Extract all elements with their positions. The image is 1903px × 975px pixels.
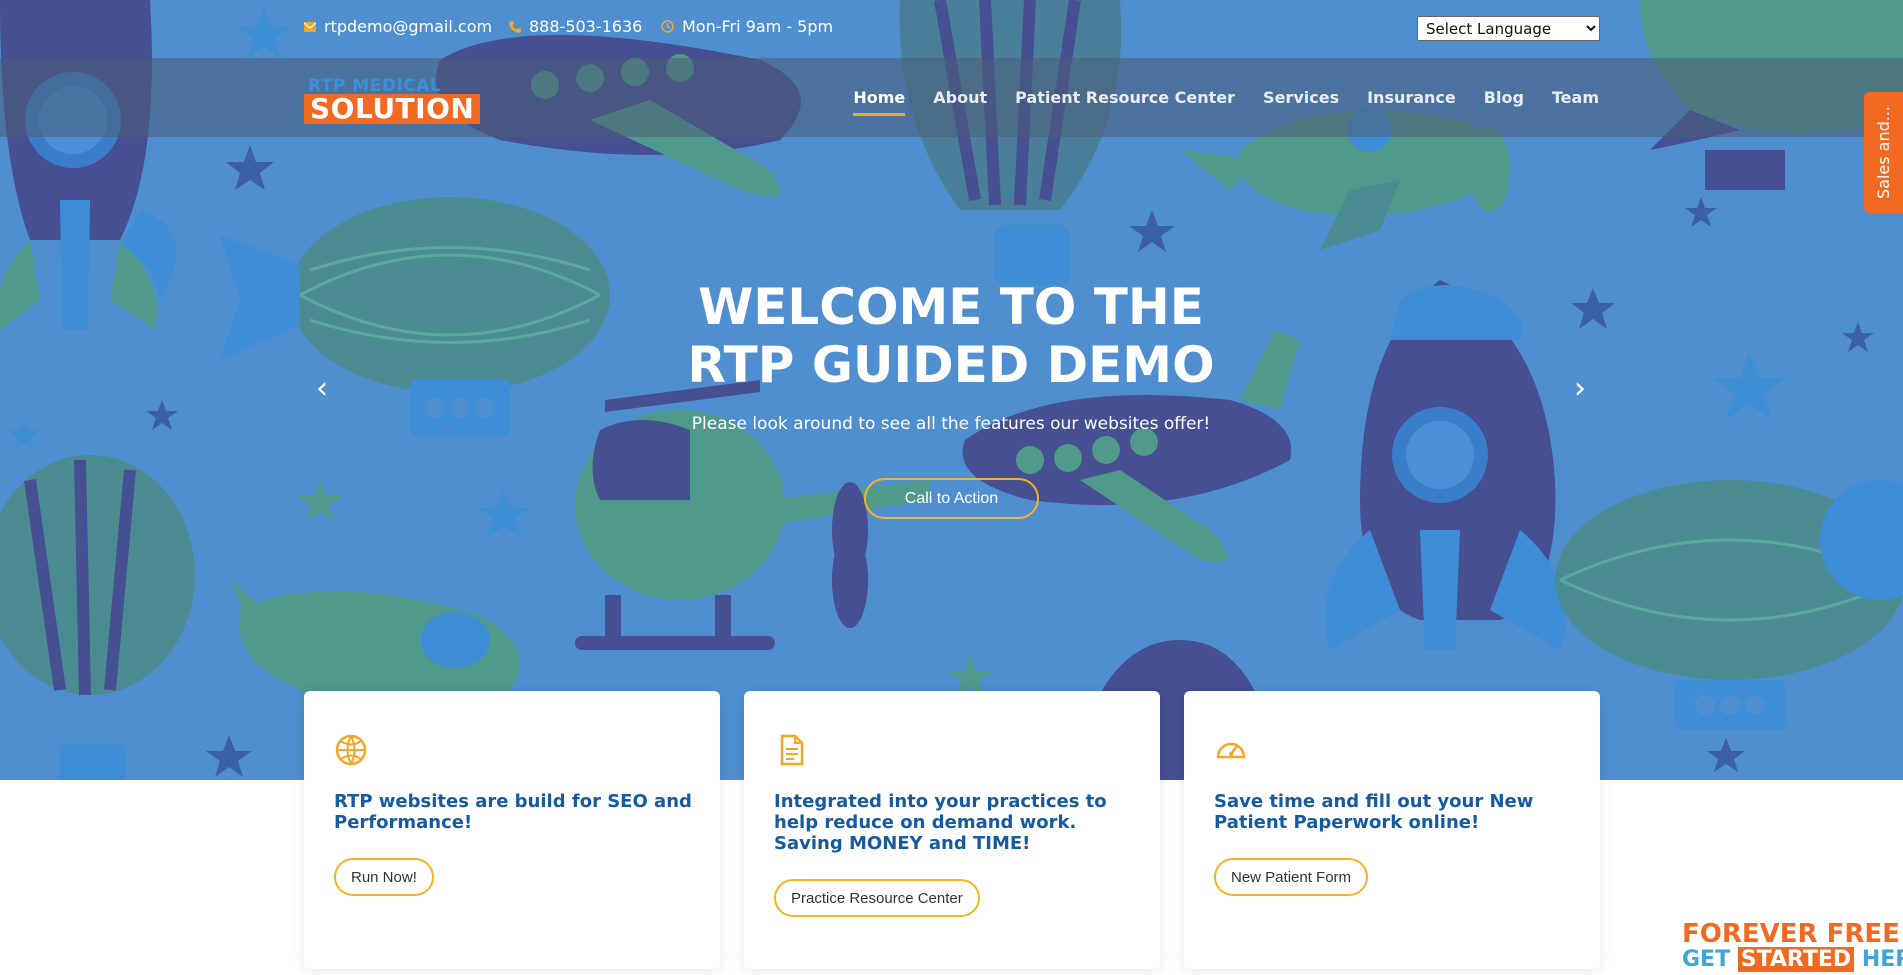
star-shape <box>8 420 40 450</box>
email-text: rtpdemo@gmail.com <box>324 17 493 36</box>
phone-text: 888-503-1636 <box>529 17 643 36</box>
nav-team[interactable]: Team <box>1552 88 1599 116</box>
star-shape <box>1685 197 1717 227</box>
feature-card-integration: Integrated into your practices to help r… <box>744 691 1160 969</box>
forever-free-text: FOREVER FREE <box>1682 919 1900 949</box>
nav-home[interactable]: Home <box>853 88 906 116</box>
slider-prev-arrow[interactable]: ‹ <box>307 374 337 404</box>
slider-next-arrow[interactable]: › <box>1565 374 1595 404</box>
sales-side-tab-label: Sales and... <box>1874 105 1893 200</box>
airplane-shape <box>230 580 520 705</box>
email-contact[interactable]: rtpdemo@gmail.com <box>304 17 492 36</box>
logo-main-text: SOLUTION <box>304 94 481 124</box>
rocket-right-shape <box>1325 280 1565 650</box>
hero-title-line-2: RTP GUIDED DEMO <box>687 336 1215 394</box>
star-shape <box>1129 210 1175 252</box>
star-shape <box>1571 288 1615 329</box>
feature-card-patient-form: Save time and fill out your New Patient … <box>1184 691 1600 969</box>
get-text: GET <box>1682 947 1731 972</box>
star-shape <box>146 400 178 430</box>
here-text: HERE <box>1861 947 1903 972</box>
document-icon <box>780 734 804 766</box>
practice-resource-center-button[interactable]: Practice Resource Center <box>774 879 980 917</box>
hot-air-balloon-shape <box>0 455 195 780</box>
hero-title-line-1: WELCOME TO THE <box>698 278 1204 336</box>
feature-card-seo: RTP websites are build for SEO and Perfo… <box>304 691 720 969</box>
forever-free-badge[interactable]: FOREVER FREE GET STARTED HERE <box>1682 919 1903 972</box>
feature-card-title: Integrated into your practices to help r… <box>774 791 1107 854</box>
nav-about[interactable]: About <box>933 88 987 116</box>
star-shape <box>297 480 343 522</box>
star-shape <box>478 490 530 537</box>
nav-blog[interactable]: Blog <box>1484 88 1524 116</box>
phone-contact[interactable]: 888-503-1636 <box>509 17 642 36</box>
star-shape <box>1842 322 1874 352</box>
site-logo[interactable]: RTP MEDICAL SOLUTION <box>304 74 481 126</box>
star-shape <box>1707 738 1745 772</box>
nav-services[interactable]: Services <box>1263 88 1339 116</box>
star-shape <box>206 735 252 777</box>
sales-side-tab[interactable]: Sales and... <box>1864 92 1903 213</box>
feature-card-title: RTP websites are build for SEO and Perfo… <box>334 791 692 833</box>
phone-icon <box>509 20 521 33</box>
run-now-button[interactable]: Run Now! <box>334 858 434 896</box>
zeppelin-shape <box>1555 480 1903 730</box>
star-shape <box>226 145 274 190</box>
new-patient-form-button[interactable]: New Patient Form <box>1214 858 1369 896</box>
star-shape <box>1712 352 1786 420</box>
call-to-action-button[interactable]: Call to Action <box>864 478 1039 519</box>
main-nav: Home About Patient Resource Center Servi… <box>853 88 1599 116</box>
top-contact-bar: rtpdemo@gmail.com 888-503-1636 Mon-Fri 9… <box>0 0 1903 57</box>
started-text: STARTED <box>1737 947 1855 972</box>
language-select[interactable]: Select Language <box>1417 16 1600 41</box>
get-started-text: GET STARTED HERE <box>1682 947 1903 972</box>
nav-patient-resource-center[interactable]: Patient Resource Center <box>1015 88 1235 116</box>
feature-card-title: Save time and fill out your New Patient … <box>1214 791 1534 833</box>
nav-insurance[interactable]: Insurance <box>1367 88 1456 116</box>
hero-subtitle: Please look around to see all the featur… <box>691 414 1211 434</box>
basketball-icon <box>335 734 367 766</box>
hours-info: Mon-Fri 9am - 5pm <box>661 17 833 36</box>
speedometer-icon <box>1216 742 1246 759</box>
clock-icon <box>661 20 674 33</box>
envelope-icon <box>304 21 316 32</box>
hours-text: Mon-Fri 9am - 5pm <box>682 17 834 36</box>
hero-title: WELCOME TO THE RTP GUIDED DEMO <box>551 278 1351 394</box>
